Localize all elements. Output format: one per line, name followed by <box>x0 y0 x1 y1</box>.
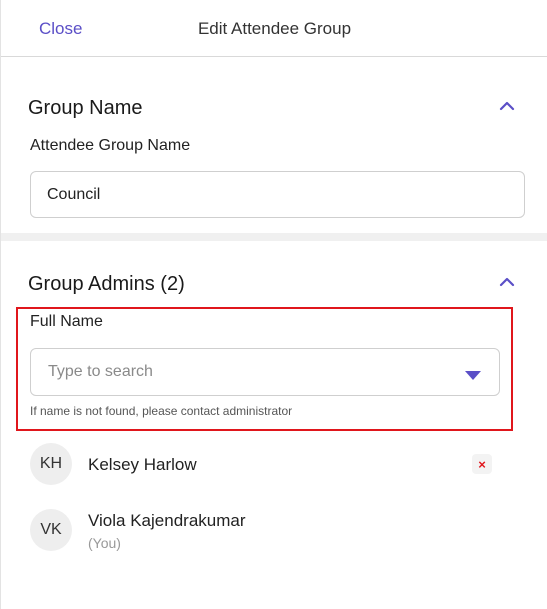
avatar: VK <box>30 509 72 551</box>
avatar: KH <box>30 443 72 485</box>
full-name-label: Full Name <box>30 313 103 330</box>
admin-name: Viola Kajendrakumar <box>88 511 246 530</box>
close-icon: × <box>478 456 486 472</box>
attendee-group-name-input[interactable] <box>30 171 525 218</box>
admin-name: Kelsey Harlow <box>88 455 197 474</box>
search-placeholder: Type to search <box>48 363 153 380</box>
remove-admin-button[interactable]: × <box>472 454 492 474</box>
full-name-search-input[interactable]: Type to search <box>30 348 500 396</box>
attendee-group-name-label: Attendee Group Name <box>30 137 191 154</box>
panel-header: Close Edit Attendee Group <box>1 0 547 57</box>
chevron-up-icon[interactable] <box>498 276 516 290</box>
admin-list-item: VK Viola Kajendrakumar (You) <box>1 509 547 553</box>
chevron-up-icon[interactable] <box>498 100 516 114</box>
admin-you-tag: (You) <box>88 535 121 551</box>
caret-down-icon[interactable] <box>464 368 482 380</box>
edit-attendee-group-panel: Close Edit Attendee Group Group Name Att… <box>0 0 547 609</box>
group-admins-section-title: Group Admins (2) <box>28 273 185 295</box>
group-name-section-title: Group Name <box>28 97 143 119</box>
admin-list-item: KH Kelsey Harlow × <box>1 443 547 485</box>
panel-title: Edit Attendee Group <box>197 19 352 38</box>
section-divider <box>1 233 547 241</box>
search-helper-text: If name is not found, please contact adm… <box>30 404 293 418</box>
